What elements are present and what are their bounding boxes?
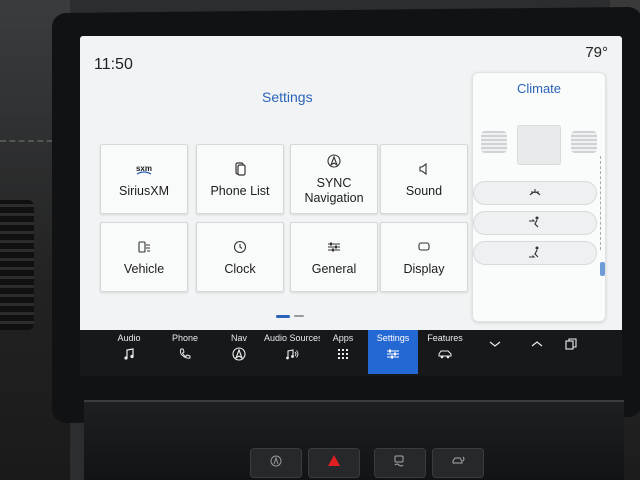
nav-settings[interactable]: Settings xyxy=(368,330,418,374)
airflow-feet-icon xyxy=(528,245,542,262)
display-tile[interactable]: Display xyxy=(380,222,468,292)
tile-label: SYNC Navigation xyxy=(304,176,364,205)
music-note-icon xyxy=(122,343,136,363)
nav-features[interactable]: Features xyxy=(420,330,470,374)
hazard-button[interactable] xyxy=(308,448,360,478)
chevron-up-icon xyxy=(530,333,544,353)
sxm-icon: sxm xyxy=(134,160,154,178)
general-tile[interactable]: General xyxy=(290,222,378,292)
audio-sources-icon xyxy=(285,343,299,363)
airflow-face-icon xyxy=(528,215,542,232)
airflow-face-button[interactable] xyxy=(473,211,597,235)
phone-list-tile[interactable]: Phone List xyxy=(196,144,284,214)
traction-control-off-icon xyxy=(392,453,408,474)
nav-label: Audio xyxy=(117,333,141,343)
nav-label: Features xyxy=(427,333,463,343)
defrost-button[interactable] xyxy=(473,181,597,205)
chevron-down-icon xyxy=(488,333,502,353)
car-icon xyxy=(438,343,452,363)
tile-label: Clock xyxy=(224,261,256,276)
display-icon xyxy=(414,238,434,256)
sound-tile[interactable]: Sound xyxy=(380,144,468,214)
scroll-thumb[interactable] xyxy=(600,262,605,276)
tile-label: SiriusXM xyxy=(118,183,169,198)
page-dot-active xyxy=(276,315,290,318)
vent-diagram xyxy=(481,125,597,171)
nav-phone[interactable]: Phone xyxy=(160,330,210,374)
windows-icon xyxy=(564,333,578,353)
tile-label: Sound xyxy=(405,183,443,198)
page-dot xyxy=(294,315,304,317)
tile-label: General xyxy=(311,261,357,276)
nav-apps[interactable]: Apps xyxy=(318,330,368,374)
tile-label: Vehicle xyxy=(123,261,165,276)
tile-label: Phone List xyxy=(210,183,270,198)
siriusxm-tile[interactable]: sxm SiriusXM xyxy=(100,144,188,214)
auto-start-stop-icon xyxy=(268,453,284,474)
page-indicator xyxy=(276,315,306,319)
nav-label: Apps xyxy=(332,333,354,343)
sync-navigation-tile[interactable]: SYNC Navigation xyxy=(290,144,378,214)
page-title: Settings xyxy=(262,89,313,105)
phone-list-icon xyxy=(230,160,250,178)
navigation-icon xyxy=(232,343,246,363)
nav-audio[interactable]: Audio xyxy=(104,330,154,374)
bottom-nav-bar: Audio Phone Nav Audio Sources Apps Setti… xyxy=(80,330,622,376)
scroll-track[interactable] xyxy=(600,156,604,250)
clock-icon xyxy=(230,238,250,256)
infotainment-screen: 11:50 79° Settings sxm SiriusXM Phone Li… xyxy=(80,36,622,348)
sliders-icon xyxy=(324,238,344,256)
nav-windows[interactable] xyxy=(546,330,596,374)
airflow-feet-button[interactable] xyxy=(473,241,597,265)
phone-icon xyxy=(178,343,192,363)
air-vent-left xyxy=(0,200,34,330)
hazard-icon xyxy=(326,453,342,474)
park-assist-icon xyxy=(450,453,466,474)
speaker-icon xyxy=(414,160,434,178)
nav-nav[interactable]: Nav xyxy=(214,330,264,374)
nav-label: Nav xyxy=(230,333,247,343)
climate-panel[interactable]: Climate xyxy=(472,72,606,322)
vehicle-tile[interactable]: Vehicle xyxy=(100,222,188,292)
nav-audio-sources[interactable]: Audio Sources xyxy=(264,330,320,374)
vehicle-icon xyxy=(134,238,154,256)
tile-label: Display xyxy=(403,261,445,276)
clock-tile[interactable]: Clock xyxy=(196,222,284,292)
nav-label: Phone xyxy=(171,333,199,343)
apps-grid-icon xyxy=(336,343,350,363)
nav-label: Audio Sources xyxy=(264,333,320,343)
nav-label: Settings xyxy=(376,333,410,343)
outside-temperature: 79° xyxy=(585,44,608,61)
settings-tiles-grid: sxm SiriusXM Phone List SYNC Navigation … xyxy=(100,136,468,298)
center-console xyxy=(84,400,624,480)
left-vent-icon xyxy=(481,131,507,153)
climate-title: Climate xyxy=(516,81,562,96)
defrost-icon xyxy=(528,185,542,202)
right-vent-icon xyxy=(571,131,597,153)
clock-display: 11:50 xyxy=(94,56,133,73)
auto-start-stop-button[interactable] xyxy=(250,448,302,478)
navigation-icon xyxy=(324,152,344,170)
traction-control-off-button[interactable] xyxy=(374,448,426,478)
park-assist-button[interactable] xyxy=(432,448,484,478)
sliders-icon xyxy=(386,343,400,363)
dash-center-icon xyxy=(517,125,561,165)
